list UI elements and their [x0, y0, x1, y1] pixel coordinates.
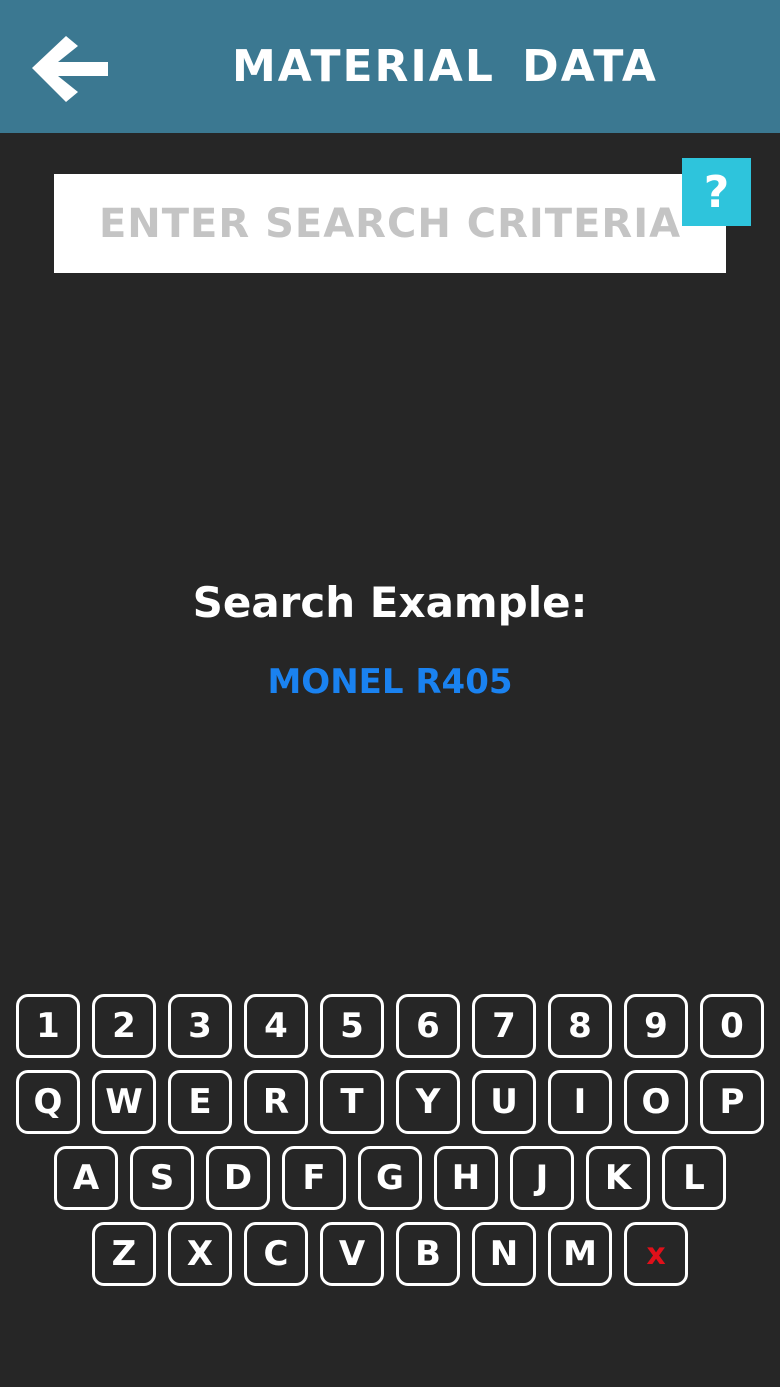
key-q[interactable]: Q — [16, 1070, 80, 1134]
key-t[interactable]: T — [320, 1070, 384, 1134]
key-y[interactable]: Y — [396, 1070, 460, 1134]
key-d[interactable]: D — [206, 1146, 270, 1210]
search-input[interactable] — [54, 174, 726, 273]
keyboard-row-qwerty: QWERTYUIOP — [0, 1070, 780, 1136]
key-f[interactable]: F — [282, 1146, 346, 1210]
key-g[interactable]: G — [358, 1146, 422, 1210]
key-z[interactable]: Z — [92, 1222, 156, 1286]
key-u[interactable]: U — [472, 1070, 536, 1134]
question-mark-icon: ? — [703, 166, 730, 218]
search-box — [54, 174, 726, 273]
page-title: MATERIAL DATA — [232, 41, 658, 92]
key-2[interactable]: 2 — [92, 994, 156, 1058]
key-9[interactable]: 9 — [624, 994, 688, 1058]
key-3[interactable]: 3 — [168, 994, 232, 1058]
key-1[interactable]: 1 — [16, 994, 80, 1058]
keyboard-row-asdf: ASDFGHJKL — [0, 1146, 780, 1212]
app-header: MATERIAL DATA — [0, 0, 780, 133]
key-5[interactable]: 5 — [320, 994, 384, 1058]
key-k[interactable]: K — [586, 1146, 650, 1210]
key-n[interactable]: N — [472, 1222, 536, 1286]
key-s[interactable]: S — [130, 1146, 194, 1210]
search-example-value: MONEL R405 — [267, 662, 513, 702]
help-button[interactable]: ? — [682, 158, 751, 226]
key-e[interactable]: E — [168, 1070, 232, 1134]
key-p[interactable]: P — [700, 1070, 764, 1134]
key-6[interactable]: 6 — [396, 994, 460, 1058]
key-r[interactable]: R — [244, 1070, 308, 1134]
key-4[interactable]: 4 — [244, 994, 308, 1058]
on-screen-keyboard: 1234567890 QWERTYUIOP ASDFGHJKL ZXCVBNMx — [0, 994, 780, 1294]
key-b[interactable]: B — [396, 1222, 460, 1286]
key-i[interactable]: I — [548, 1070, 612, 1134]
key-m[interactable]: M — [548, 1222, 612, 1286]
key-o[interactable]: O — [624, 1070, 688, 1134]
key-v[interactable]: V — [320, 1222, 384, 1286]
key-x[interactable]: X — [168, 1222, 232, 1286]
key-w[interactable]: W — [92, 1070, 156, 1134]
key-8[interactable]: 8 — [548, 994, 612, 1058]
key-c[interactable]: C — [244, 1222, 308, 1286]
key-a[interactable]: A — [54, 1146, 118, 1210]
key-0[interactable]: 0 — [700, 994, 764, 1058]
delete-key[interactable]: x — [624, 1222, 688, 1286]
key-l[interactable]: L — [662, 1146, 726, 1210]
keyboard-row-numbers: 1234567890 — [0, 994, 780, 1060]
search-example-label: Search Example: — [192, 578, 588, 627]
keyboard-row-zxcv: ZXCVBNMx — [0, 1222, 780, 1288]
key-7[interactable]: 7 — [472, 994, 536, 1058]
key-h[interactable]: H — [434, 1146, 498, 1210]
key-j[interactable]: J — [510, 1146, 574, 1210]
